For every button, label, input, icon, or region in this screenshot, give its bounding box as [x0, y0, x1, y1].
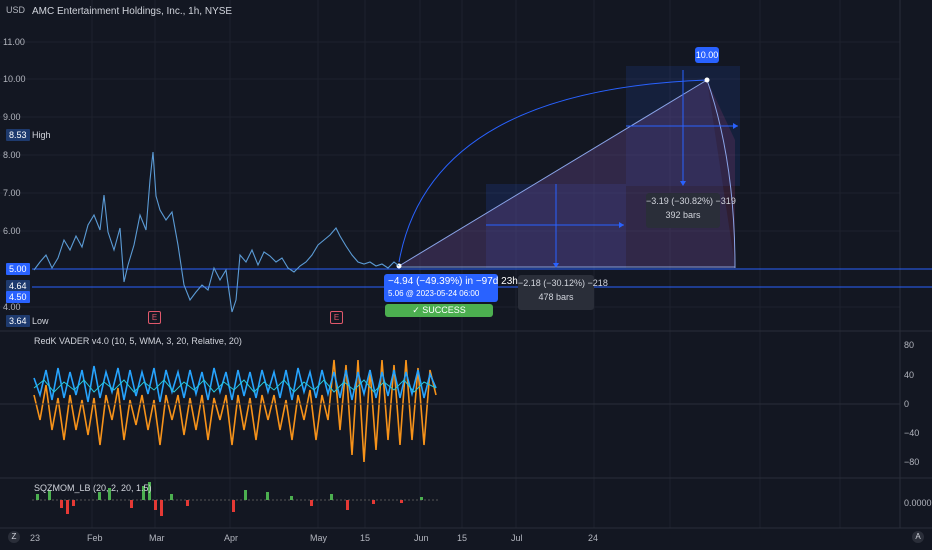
stat-line: −2.18 (−30.12%) −218 — [518, 278, 608, 288]
low-price-tag: 3.64 — [6, 315, 30, 327]
price-axis-label: 9.00 — [3, 112, 21, 122]
stat-line: 478 bars — [538, 292, 574, 302]
currency-label: USD — [6, 5, 26, 15]
main-stat-sub: 5.06 @ 2023-05-24 06:00 — [388, 289, 480, 298]
vader-title[interactable]: RedK VADER v4.0 (10, 5, WMA, 3, 20, Rela… — [34, 336, 242, 346]
current-price-tag: 5.00 — [6, 263, 30, 275]
target-price-badge: 10.00 — [695, 47, 719, 63]
time-axis-label: Mar — [149, 533, 165, 543]
earnings-badge[interactable]: E — [148, 311, 161, 324]
time-axis-label: 15 — [360, 533, 371, 543]
vader-plot — [33, 359, 437, 463]
vader-axis-label: 0 — [904, 399, 910, 409]
high-label: High — [32, 130, 51, 140]
success-badge: ✓ SUCCESS — [385, 304, 493, 317]
price-axis-label: 7.00 — [3, 188, 21, 198]
low-label: Low — [32, 316, 49, 326]
time-axis-label: Jul — [511, 533, 523, 543]
stat-line: −3.19 (−30.82%) −319 — [646, 196, 736, 206]
time-axis-label: Feb — [87, 533, 103, 543]
time-axis-label: Apr — [224, 533, 239, 543]
projection-stat-box-1: −3.19 (−30.82%) −319 392 bars — [646, 193, 736, 228]
auto-scale-button[interactable]: A — [912, 531, 924, 543]
price-axis-label: 8.00 — [3, 150, 21, 160]
high-price-tag: 8.53 — [6, 129, 30, 141]
stat-line: 392 bars — [665, 210, 701, 220]
time-axis-label: 23 — [30, 533, 41, 543]
sqz-axis-label: 0.0000 — [904, 498, 932, 508]
price-axis-label: 11.00 — [3, 37, 25, 47]
time-axis-label: May — [310, 533, 328, 543]
price-axis-label: 4.00 — [3, 302, 21, 312]
chart-title[interactable]: AMC Entertainment Holdings, Inc., 1h, NY… — [32, 6, 232, 17]
price-tag: 4.50 — [6, 291, 30, 303]
vader-axis-label: 80 — [904, 340, 915, 350]
projection-stat-box-2: −2.18 (−30.12%) −218 478 bars — [518, 275, 608, 310]
vader-axis-label: 40 — [904, 370, 915, 380]
main-stat: −4.94 (−49.39%) in −97d 23h — [388, 276, 518, 287]
time-axis-label: Jun — [414, 533, 429, 543]
earnings-badge[interactable]: E — [330, 311, 343, 324]
timezone-button[interactable]: Z — [8, 531, 20, 543]
main-stat-box: −4.94 (−49.39%) in −97d 23h 5.06 @ 2023-… — [384, 274, 518, 302]
time-axis-label: 24 — [588, 533, 599, 543]
vader-axis-label: −40 — [904, 428, 920, 438]
sqz-title[interactable]: SQZMOM_LB (20, 2, 20, 1.5) — [34, 483, 152, 493]
price-axis-label: 10.00 — [3, 74, 26, 84]
time-axis-label: 15 — [457, 533, 468, 543]
vader-axis-label: −80 — [904, 457, 920, 467]
price-axis-label: 6.00 — [3, 226, 21, 236]
